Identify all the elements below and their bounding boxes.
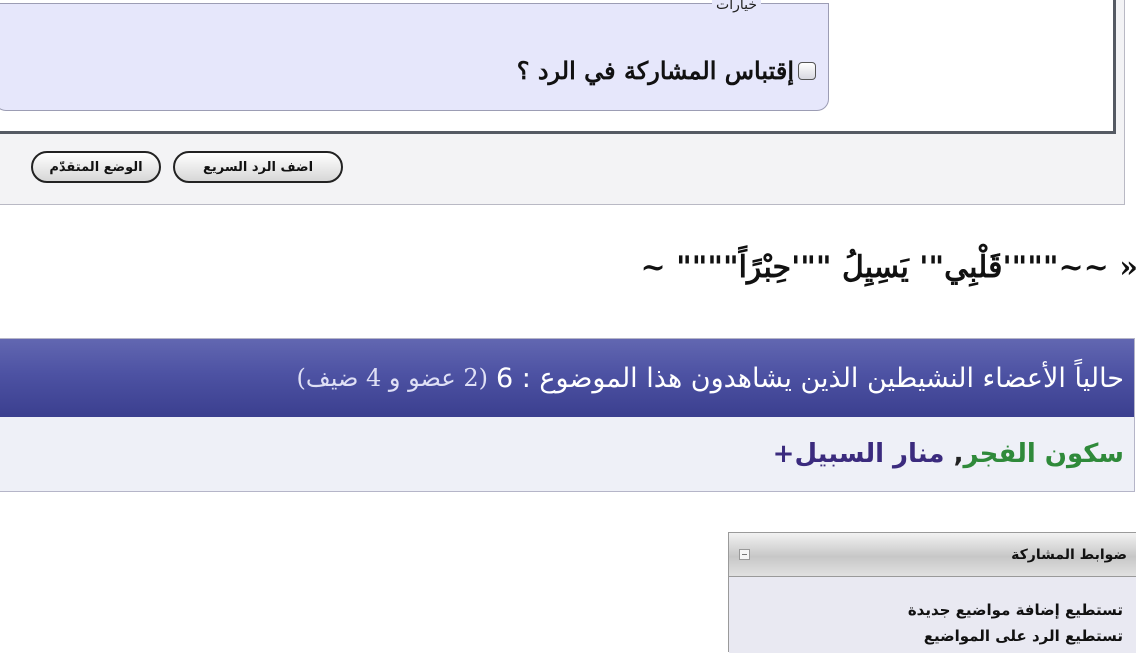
rule-item: تستطيع إضافة مواضيع جديدة [729, 597, 1123, 623]
quote-option[interactable]: إقتباس المشاركة في الرد ؟ [517, 56, 816, 85]
posting-rules-title: ضوابط المشاركة [1011, 547, 1127, 563]
user-signature: « ~~"""'قََلْبِي"' يَسِيِلُ ""'حِبْرًاً"… [641, 250, 1136, 285]
active-users-header: حالياً الأعضاء النشيطين الذين يشاهدون هذ… [0, 339, 1134, 417]
quote-label[interactable]: إقتباس المشاركة في الرد ؟ [517, 56, 794, 85]
reply-form: خيارات إقتباس المشاركة في الرد ؟ الوضع ا… [0, 0, 1125, 205]
collapse-icon[interactable] [739, 549, 750, 560]
active-users-list: سكون الفجر, منار السبيل+ [0, 417, 1134, 491]
posting-rules-box: ضوابط المشاركة تستطيع إضافة مواضيع جديدة… [728, 532, 1136, 652]
active-user-link[interactable]: سكون الفجر [963, 439, 1124, 469]
active-users-box: حالياً الأعضاء النشيطين الذين يشاهدون هذ… [0, 338, 1135, 492]
options-fieldset: خيارات إقتباس المشاركة في الرد ؟ [0, 3, 829, 111]
reply-options-area: خيارات إقتباس المشاركة في الرد ؟ [0, 0, 1116, 134]
form-buttons: الوضع المتقدّم اضف الرد السريع [31, 151, 343, 183]
posting-rules-header: ضوابط المشاركة [729, 533, 1136, 577]
quick-reply-button[interactable]: اضف الرد السريع [173, 151, 343, 183]
user-separator: , [954, 439, 964, 469]
active-users-breakdown: (2 عضو و 4 ضيف) [297, 364, 488, 392]
rule-item: تستطيع الرد على المواضيع [729, 623, 1123, 649]
active-users-title: حالياً الأعضاء النشيطين الذين يشاهدون هذ… [496, 363, 1124, 394]
active-user-link[interactable]: منار السبيل+ [773, 439, 945, 469]
advanced-mode-button[interactable]: الوضع المتقدّم [31, 151, 161, 183]
quote-checkbox[interactable] [798, 62, 816, 80]
options-legend: خيارات [712, 0, 761, 13]
posting-rules-list: تستطيع إضافة مواضيع جديدة تستطيع الرد عل… [729, 577, 1136, 653]
